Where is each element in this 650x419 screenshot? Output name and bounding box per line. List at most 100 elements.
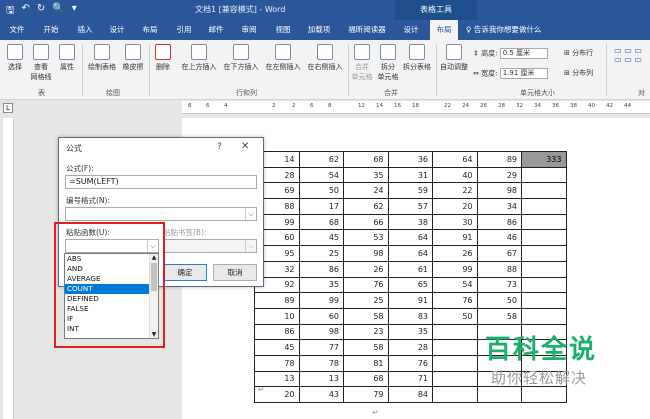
tab-table-design[interactable]: 设计 <box>398 20 424 40</box>
distribute-columns-button[interactable]: ⊞ 分布列 <box>564 68 593 78</box>
table-cell[interactable]: 20 <box>432 198 478 215</box>
table-cell[interactable]: 68 <box>343 151 389 168</box>
draw-table-button[interactable]: 绘制表格 <box>86 44 118 72</box>
table-cell[interactable]: 62 <box>298 151 344 168</box>
table-cell[interactable]: 64 <box>432 151 478 168</box>
table-cell[interactable]: 91 <box>387 292 433 309</box>
table-cell[interactable]: 86 <box>476 213 522 231</box>
close-icon[interactable]: ✕ <box>241 141 249 152</box>
tab-foxit-reader[interactable]: 福昕阅读器 <box>342 20 392 40</box>
table-cell[interactable]: 46 <box>476 229 522 247</box>
tab-insert[interactable]: 插入 <box>72 20 98 40</box>
merge-cells-button[interactable]: 合并 单元格 <box>350 44 374 82</box>
table-cell[interactable]: 28 <box>387 339 433 356</box>
table-cell[interactable]: 13 <box>298 370 344 388</box>
table-cell[interactable]: 76 <box>387 354 433 372</box>
split-table-button[interactable]: 拆分表格 <box>400 44 434 72</box>
select-button[interactable]: 选择 <box>4 44 26 72</box>
table-cell[interactable]: 73 <box>476 276 522 294</box>
table-cell[interactable]: 57 <box>387 198 433 215</box>
table-cell[interactable]: 25 <box>343 292 389 309</box>
tab-selector[interactable]: L <box>3 103 13 113</box>
table-cell[interactable]: 35 <box>387 323 433 341</box>
table-cell[interactable] <box>521 245 567 262</box>
table-cell[interactable]: 84 <box>387 386 433 403</box>
split-cells-button[interactable]: 拆分 单元格 <box>376 44 400 82</box>
table-cell[interactable]: 29 <box>476 166 522 184</box>
cell-height-input[interactable]: 0.5 厘米 <box>499 48 548 59</box>
table-cell[interactable] <box>521 198 567 215</box>
formula-input[interactable]: =SUM(LEFT) <box>65 175 257 189</box>
table-cell[interactable]: 62 <box>343 198 389 215</box>
distribute-rows-button[interactable]: ⊞ 分布行 <box>564 48 593 58</box>
qat-more-icon[interactable]: ▾ <box>72 3 77 20</box>
insert-below-button[interactable]: 在下方插入 <box>220 44 262 72</box>
tab-addins[interactable]: 加载项 <box>302 20 336 40</box>
autofit-button[interactable]: 自动调整 <box>438 44 470 72</box>
table-cell[interactable]: 22 <box>432 182 478 200</box>
ok-button[interactable]: 确定 <box>163 264 207 281</box>
table-cell[interactable]: 99 <box>432 260 478 278</box>
chevron-down-icon[interactable]: ⌵ <box>245 208 256 220</box>
table-cell[interactable]: 34 <box>476 198 522 215</box>
table-cell[interactable]: 86 <box>298 260 344 278</box>
tab-home[interactable]: 开始 <box>38 20 64 40</box>
tab-references[interactable]: 引用 <box>171 20 197 40</box>
table-cell[interactable] <box>521 276 567 294</box>
table-cell[interactable]: 43 <box>298 386 344 403</box>
help-icon[interactable]: ? <box>217 142 222 152</box>
tab-view[interactable]: 视图 <box>270 20 296 40</box>
table-cell[interactable]: 45 <box>298 229 344 247</box>
table-cell[interactable]: 35 <box>343 166 389 184</box>
table-cell[interactable]: 99 <box>298 292 344 309</box>
eraser-button[interactable]: 橡皮擦 <box>120 44 146 72</box>
table-cell[interactable] <box>521 229 567 247</box>
table-cell[interactable]: 30 <box>432 213 478 231</box>
table-cell[interactable]: 54 <box>298 166 344 184</box>
table-cell[interactable]: 333 <box>521 151 567 168</box>
tab-file[interactable]: 文件 <box>4 20 30 40</box>
table-cell[interactable]: 35 <box>298 276 344 294</box>
tab-mailings[interactable]: 邮件 <box>203 20 229 40</box>
table-cell[interactable]: 76 <box>343 276 389 294</box>
horizontal-ruler[interactable]: 8 6 4 2 2 6 8 12 14 16 18 22 24 26 28 32… <box>182 101 650 114</box>
table-cell[interactable]: 76 <box>432 292 478 309</box>
table-cell[interactable]: 23 <box>343 323 389 341</box>
table-cell[interactable] <box>521 166 567 184</box>
chevron-down-icon[interactable]: ⌵ <box>245 240 256 252</box>
alignment-grid[interactable]: ▭ ▭ ▭ ▭ ▭ ▭ <box>610 46 646 64</box>
table-cell[interactable]: 79 <box>343 386 389 403</box>
table-cell[interactable]: 66 <box>343 213 389 231</box>
table-cell[interactable]: 38 <box>387 213 433 231</box>
table-cell[interactable]: 67 <box>476 245 522 262</box>
cancel-button[interactable]: 取消 <box>213 264 257 281</box>
table-cell[interactable]: 53 <box>343 229 389 247</box>
table-cell[interactable]: 89 <box>476 151 522 168</box>
table-cell[interactable]: 81 <box>343 354 389 372</box>
table-cell[interactable]: 89 <box>254 292 300 309</box>
table-cell[interactable]: 78 <box>298 354 344 372</box>
table-cell[interactable]: 78 <box>254 354 300 372</box>
table-cell[interactable]: 31 <box>387 166 433 184</box>
table-cell[interactable]: 68 <box>343 370 389 388</box>
table-cell[interactable]: 36 <box>387 151 433 168</box>
table-cell[interactable]: 45 <box>254 339 300 356</box>
table-cell[interactable]: 71 <box>387 370 433 388</box>
paste-bookmark-select[interactable]: ⌵ <box>163 239 257 253</box>
vertical-ruler[interactable] <box>3 118 14 419</box>
table-cell[interactable]: 50 <box>298 182 344 200</box>
table-cell[interactable]: 64 <box>387 245 433 262</box>
table-cell[interactable]: 68 <box>298 213 344 231</box>
tab-layout[interactable]: 布局 <box>137 20 163 40</box>
undo-icon[interactable]: ↶ <box>22 3 30 20</box>
table-cell[interactable]: 91 <box>432 229 478 247</box>
table-cell[interactable]: 40 <box>432 166 478 184</box>
table-cell[interactable]: 50 <box>476 292 522 309</box>
table-cell[interactable]: 98 <box>298 323 344 341</box>
save-icon[interactable]: 🖫 <box>6 3 15 20</box>
table-cell[interactable] <box>521 213 567 231</box>
tab-review[interactable]: 审阅 <box>236 20 262 40</box>
table-cell[interactable]: 77 <box>298 339 344 356</box>
table-cell[interactable] <box>521 292 567 309</box>
table-cell[interactable]: 17 <box>298 198 344 215</box>
